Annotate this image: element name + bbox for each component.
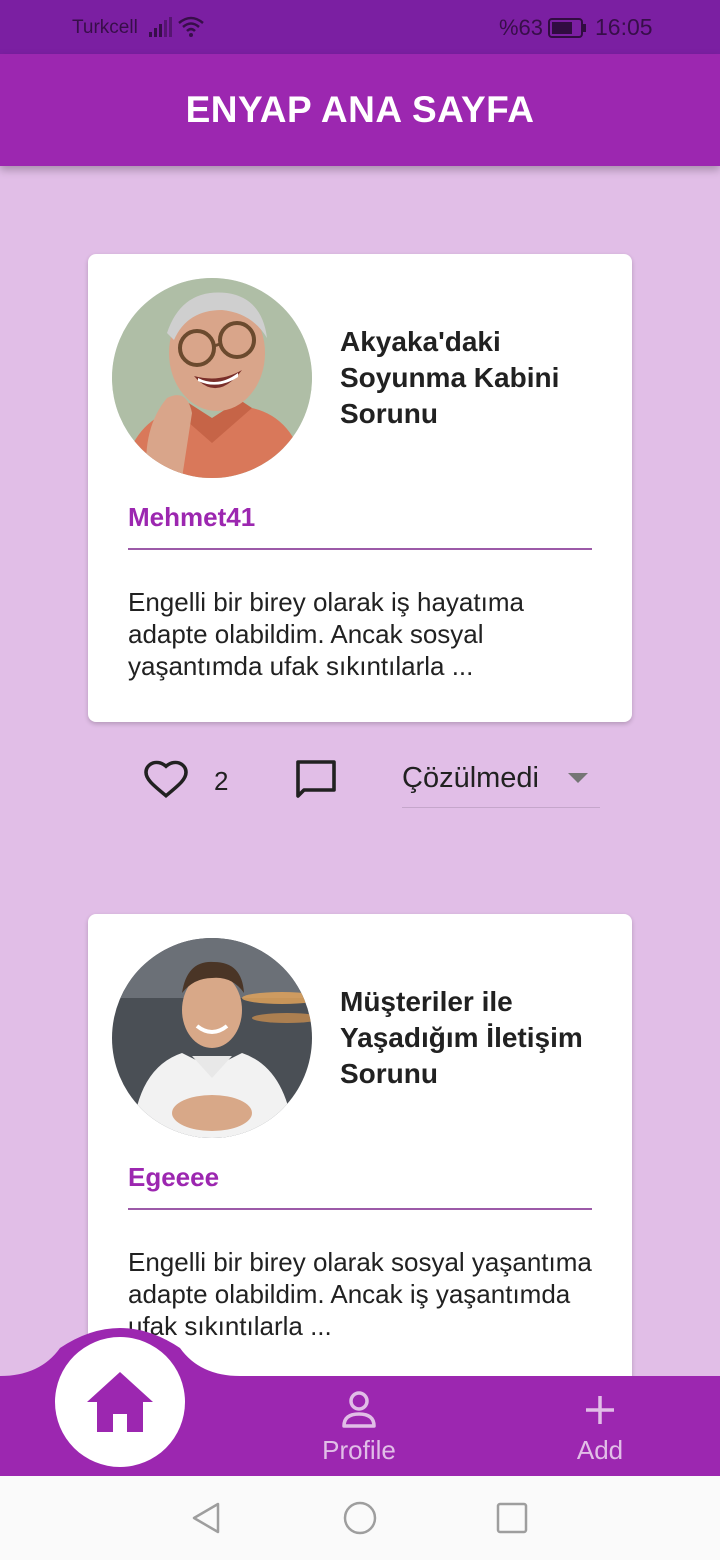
divider bbox=[128, 1208, 592, 1210]
comment-icon[interactable] bbox=[292, 756, 340, 804]
username[interactable]: Egeeee bbox=[128, 1162, 219, 1193]
like-count: 2 bbox=[214, 766, 229, 796]
home-circle-icon[interactable] bbox=[342, 1500, 378, 1536]
person-icon bbox=[342, 1391, 376, 1428]
status-bar: Turkcell %63 16:05 bbox=[0, 0, 720, 54]
post-title: Müşteriler ile Yaşadığım İletişim Sorunu bbox=[340, 986, 583, 1089]
heart-icon[interactable] bbox=[142, 756, 190, 804]
avatar bbox=[112, 278, 312, 478]
chevron-down-icon bbox=[568, 773, 588, 783]
carrier-name: Turkcell bbox=[72, 17, 138, 38]
post-excerpt: Engelli bir birey olarak iş hayatıma ada… bbox=[128, 587, 524, 681]
system-navigation-bar bbox=[0, 1476, 720, 1560]
home-icon bbox=[87, 1372, 153, 1432]
nav-profile-label: Profile bbox=[322, 1435, 396, 1465]
battery-percentage: %63 bbox=[499, 15, 544, 40]
post-title: Akyaka'daki Soyunma Kabini Sorunu bbox=[340, 326, 560, 429]
app-bar: ENYAP ANA SAYFA bbox=[0, 54, 720, 166]
nav-profile[interactable]: Profile bbox=[289, 1388, 429, 1478]
nav-home-button[interactable] bbox=[55, 1337, 185, 1467]
recents-icon[interactable] bbox=[494, 1500, 530, 1536]
divider bbox=[128, 548, 592, 550]
nav-add-label: Add bbox=[576, 1435, 624, 1465]
battery-icon bbox=[548, 18, 586, 38]
post-card[interactable]: Akyaka'daki Soyunma Kabini Sorunu Mehmet… bbox=[88, 254, 632, 722]
plus-icon bbox=[586, 1396, 614, 1424]
avatar bbox=[112, 938, 312, 1138]
post-card[interactable]: Müşteriler ile Yaşadığım İletişim Sorunu… bbox=[88, 914, 632, 1376]
wifi-icon bbox=[178, 16, 204, 37]
back-icon[interactable] bbox=[188, 1500, 224, 1536]
clock: 16:05 bbox=[595, 14, 653, 40]
post-actions: 2 Çözülmedi bbox=[0, 752, 720, 822]
status-dropdown[interactable]: Çözülmedi bbox=[402, 752, 600, 808]
nav-add[interactable]: Add bbox=[530, 1388, 670, 1478]
signal-icon bbox=[149, 17, 172, 37]
page-title: ENYAP ANA SAYFA bbox=[185, 89, 535, 130]
bottom-navigation: Profile Add bbox=[0, 1318, 720, 1476]
username[interactable]: Mehmet41 bbox=[128, 502, 255, 533]
status-value: Çözülmedi bbox=[402, 762, 539, 794]
post-feed[interactable]: Akyaka'daki Soyunma Kabini Sorunu Mehmet… bbox=[0, 166, 720, 1376]
